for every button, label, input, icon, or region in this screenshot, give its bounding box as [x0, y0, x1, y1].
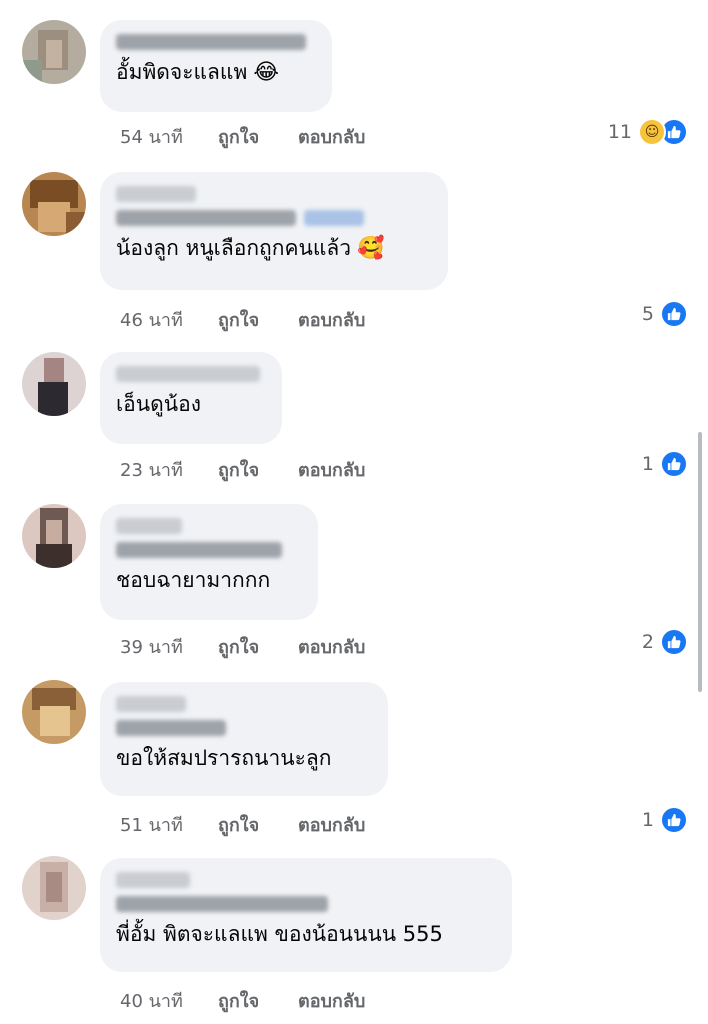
avatar[interactable] — [22, 856, 86, 920]
like-button[interactable]: ถูกใจ — [218, 810, 298, 839]
comment-text: เอ็นดูน้อง — [116, 392, 202, 416]
reaction-count: 5 — [641, 303, 654, 325]
reply-button[interactable]: ตอบกลับ — [298, 986, 365, 1015]
author-subtitle — [116, 210, 296, 226]
like-button[interactable]: ถูกใจ — [218, 455, 298, 484]
comment-text: ชอบฉายามากกก — [116, 568, 271, 592]
like-button[interactable]: ถูกใจ — [218, 305, 298, 334]
comment-text: พี่อั้ม พิตจะแลแพ ของน้อนนนน 555 — [116, 922, 443, 946]
comment-bubble: เอ็นดูน้อง — [100, 352, 282, 444]
comment-meta: 23 นาที ถูกใจ ตอบกลับ — [120, 455, 365, 484]
comment-meta: 46 นาที ถูกใจ ตอบกลับ — [120, 305, 365, 334]
comment-bubble: อั้มพิดจะแลแพ 😂 — [100, 20, 332, 112]
like-reaction-icon — [660, 806, 688, 834]
author-name[interactable] — [116, 366, 260, 382]
reaction-count: 1 — [641, 809, 654, 831]
smiling-hearts-emoji-icon: 🥰 — [357, 236, 385, 261]
reaction-summary[interactable]: 5 — [642, 300, 688, 328]
comment-time[interactable]: 46 นาที — [120, 305, 218, 334]
like-reaction-icon — [660, 628, 688, 656]
like-button[interactable]: ถูกใจ — [218, 986, 298, 1015]
reaction-summary[interactable]: 1 — [642, 806, 688, 834]
like-reaction-icon — [660, 300, 688, 328]
like-button[interactable]: ถูกใจ — [218, 632, 298, 661]
haha-reaction-icon: ☺ — [638, 118, 666, 146]
laughing-emoji-icon: 😂 — [253, 60, 280, 85]
like-button[interactable]: ถูกใจ — [218, 122, 298, 151]
comment-bubble: พี่อั้ม พิตจะแลแพ ของน้อนนนน 555 — [100, 858, 512, 972]
comment-text: อั้มพิดจะแลแพ 😂 — [116, 60, 280, 85]
reaction-count: 1 — [641, 453, 654, 475]
comment-text: ขอให้สมปรารถนานะลูก — [116, 746, 332, 770]
author-name[interactable] — [116, 872, 190, 888]
comment-time[interactable]: 40 นาที — [120, 986, 218, 1015]
reaction-count: 11 — [607, 121, 632, 143]
comment-bubble: น้องลูก หนูเลือกถูกคนแล้ว 🥰 — [100, 172, 448, 290]
comment-meta: 54 นาที ถูกใจ ตอบกลับ — [120, 122, 365, 151]
author-name[interactable] — [116, 186, 196, 202]
avatar[interactable] — [22, 20, 86, 84]
author-name[interactable] — [116, 518, 182, 534]
comment-meta: 51 นาที ถูกใจ ตอบกลับ — [120, 810, 365, 839]
reply-button[interactable]: ตอบกลับ — [298, 810, 365, 839]
like-reaction-icon — [660, 450, 688, 478]
reaction-count: 2 — [641, 631, 654, 653]
comment-bubble: ขอให้สมปรารถนานะลูก — [100, 682, 388, 796]
comment-bubble: ชอบฉายามากกก — [100, 504, 318, 620]
reaction-summary[interactable]: 2 — [642, 628, 688, 656]
comment-time[interactable]: 23 นาที — [120, 455, 218, 484]
scrollbar[interactable] — [698, 432, 702, 692]
author-link[interactable] — [304, 210, 364, 226]
author-subtitle — [116, 542, 282, 558]
avatar[interactable] — [22, 352, 86, 416]
reaction-summary[interactable]: 1 — [642, 450, 688, 478]
author-subtitle — [116, 720, 226, 736]
reply-button[interactable]: ตอบกลับ — [298, 305, 365, 334]
reply-button[interactable]: ตอบกลับ — [298, 632, 365, 661]
comment-time[interactable]: 51 นาที — [120, 810, 218, 839]
comment-time[interactable]: 54 นาที — [120, 122, 218, 151]
reply-button[interactable]: ตอบกลับ — [298, 122, 365, 151]
reply-button[interactable]: ตอบกลับ — [298, 455, 365, 484]
avatar[interactable] — [22, 172, 86, 236]
comment-time[interactable]: 39 นาที — [120, 632, 218, 661]
avatar[interactable] — [22, 504, 86, 568]
reaction-summary[interactable]: 11 ☺ — [608, 118, 688, 146]
avatar[interactable] — [22, 680, 86, 744]
comment-meta: 39 นาที ถูกใจ ตอบกลับ — [120, 632, 365, 661]
author-name[interactable] — [116, 34, 306, 50]
author-subtitle — [116, 896, 328, 912]
comment-meta: 40 นาที ถูกใจ ตอบกลับ — [120, 986, 365, 1015]
author-name[interactable] — [116, 696, 186, 712]
comment-text: น้องลูก หนูเลือกถูกคนแล้ว 🥰 — [116, 236, 385, 261]
